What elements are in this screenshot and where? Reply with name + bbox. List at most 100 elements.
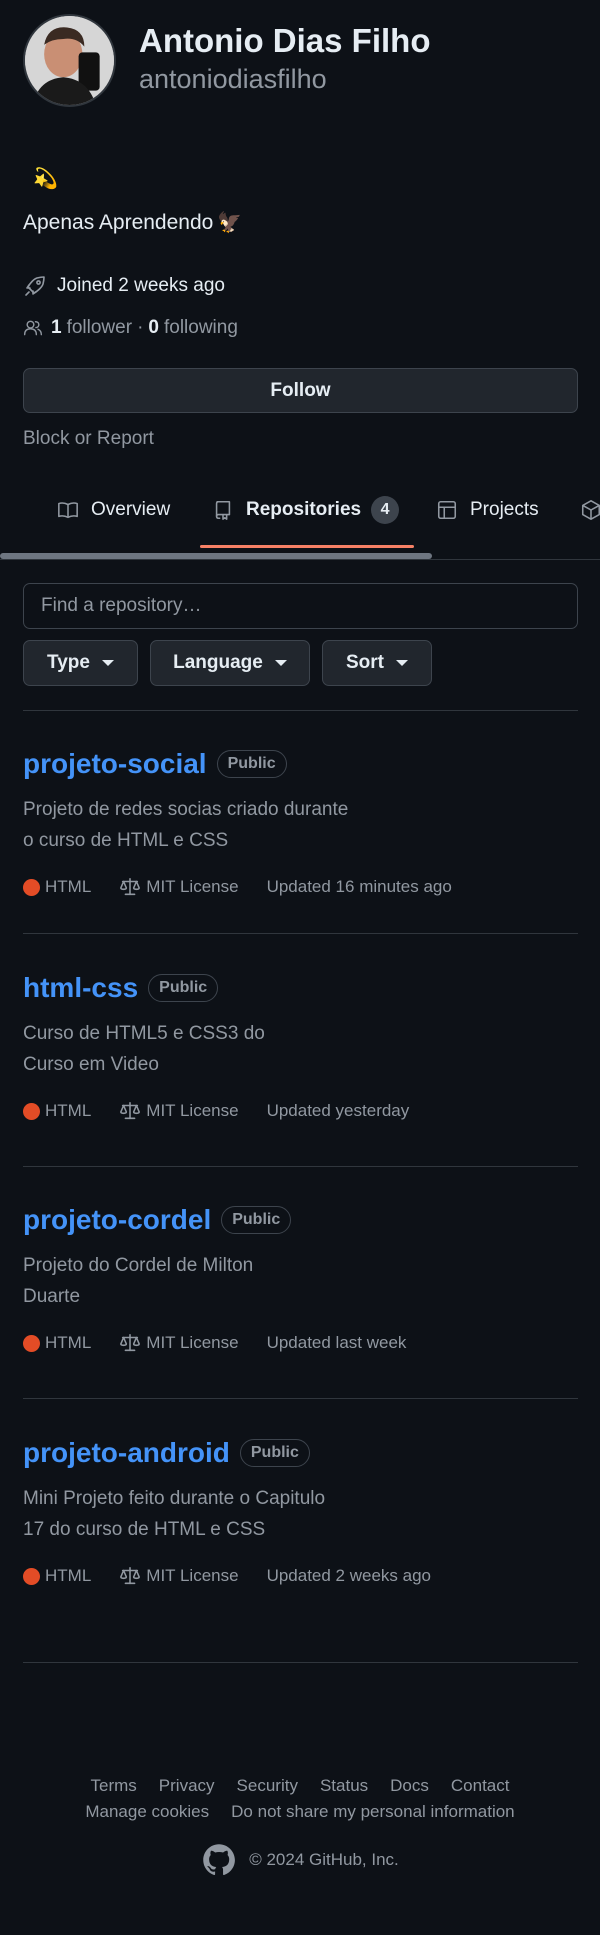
repo-name-link[interactable]: projeto-cordel — [23, 1204, 211, 1236]
repo-description: Projeto de redes socias criado durante o… — [23, 799, 349, 851]
repo-description: Curso de HTML5 e CSS3 do Curso em Video — [23, 1023, 265, 1075]
bio-text: Apenas Aprendendo — [23, 211, 214, 234]
repo-name-link[interactable]: projeto-android — [23, 1437, 230, 1469]
avatar-photo — [25, 16, 114, 105]
repo-updated: Updated last week — [266, 1333, 407, 1352]
language-color-dot — [23, 878, 40, 896]
repo-list-item: html-css Public Curso de HTML5 e CSS3 do… — [23, 972, 578, 1122]
footer-link-manage-cookies[interactable]: Manage cookies — [85, 1802, 209, 1822]
repo-license: MIT License — [146, 1333, 239, 1352]
repositories-count-badge: 4 — [371, 496, 400, 524]
repo-name-link[interactable]: projeto-social — [23, 748, 207, 780]
find-repository-input[interactable] — [23, 583, 578, 629]
tab-projects[interactable]: Projects — [436, 480, 539, 540]
repo-meta: HTML MIT License Updated 16 minutes ago — [23, 876, 578, 898]
tab-overview-label: Overview — [91, 499, 171, 520]
chevron-down-icon — [101, 660, 114, 666]
chevron-down-icon — [274, 660, 287, 666]
list-divider — [23, 1166, 578, 1167]
visibility-badge: Public — [221, 1206, 292, 1234]
followers-label[interactable]: follower — [67, 317, 132, 339]
chevron-down-icon — [396, 660, 408, 666]
site-footer: Terms Privacy Security Status Docs Conta… — [0, 1776, 600, 1878]
sort-filter-button[interactable]: Sort — [322, 640, 432, 686]
footer-links-secondary: Manage cookies Do not share my personal … — [0, 1802, 600, 1822]
joined-text: Joined 2 weeks ago — [57, 275, 225, 296]
footer-link-privacy[interactable]: Privacy — [159, 1776, 215, 1796]
repo-language: HTML — [45, 877, 92, 896]
repo-meta: HTML MIT License Updated last week — [23, 1332, 578, 1354]
repo-updated: Updated 2 weeks ago — [266, 1566, 432, 1585]
type-filter-label: Type — [47, 652, 90, 673]
follow-stats: 1 follower · 0 following — [23, 317, 238, 339]
repo-license: MIT License — [146, 877, 239, 896]
tab-repositories-label: Repositories — [246, 499, 362, 520]
repo-description: Mini Projeto feito durante o Capitulo 17… — [23, 1488, 326, 1540]
visibility-badge: Public — [239, 1439, 310, 1467]
list-divider — [23, 1662, 578, 1663]
footer-link-security[interactable]: Security — [237, 1776, 298, 1796]
following-count[interactable]: 0 — [148, 317, 159, 339]
people-icon — [23, 320, 43, 336]
repo-language: HTML — [45, 1333, 92, 1352]
following-label[interactable]: following — [164, 317, 238, 339]
tabs-border — [0, 559, 600, 560]
repo-updated: Updated 16 minutes ago — [266, 877, 452, 896]
law-icon — [120, 1333, 141, 1352]
visibility-badge: Public — [216, 750, 287, 778]
footer-link-docs[interactable]: Docs — [390, 1776, 429, 1796]
table-icon — [437, 500, 457, 520]
repo-icon — [215, 500, 231, 520]
language-color-dot — [23, 1334, 40, 1352]
status-emoji[interactable]: 💫 — [33, 167, 58, 191]
follow-button[interactable]: Follow — [23, 368, 578, 413]
tab-packages[interactable] — [580, 480, 600, 540]
list-divider — [23, 933, 578, 934]
profile-page: Antonio Dias Filho antoniodiasfilho 💫 Ap… — [0, 0, 600, 1935]
footer-link-contact[interactable]: Contact — [451, 1776, 510, 1796]
list-divider — [23, 1398, 578, 1399]
active-tab-underline — [200, 545, 414, 548]
repo-description: Projeto do Cordel de Milton Duarte — [23, 1255, 254, 1307]
tab-repositories[interactable]: Repositories 4 — [212, 480, 400, 540]
type-filter-button[interactable]: Type — [23, 640, 138, 686]
joined-date: Joined 2 weeks ago — [23, 274, 225, 298]
sort-filter-label: Sort — [346, 652, 384, 673]
repo-meta: HTML MIT License Updated 2 weeks ago — [23, 1565, 578, 1587]
repo-list-item: projeto-android Public Mini Projeto feit… — [23, 1437, 578, 1587]
profile-tabs: Overview Repositories 4 Projects — [0, 480, 600, 560]
language-filter-label: Language — [173, 652, 263, 673]
avatar[interactable] — [23, 14, 116, 107]
github-logo-icon[interactable] — [201, 1842, 237, 1878]
bio-emoji: 🦅 — [217, 212, 243, 234]
profile-login: antoniodiasfilho — [139, 64, 327, 94]
copyright-text: © 2024 GitHub, Inc. — [249, 1850, 399, 1869]
tab-projects-label: Projects — [470, 499, 539, 520]
law-icon — [120, 877, 141, 896]
repo-list-item: projeto-cordel Public Projeto do Cordel … — [23, 1204, 578, 1354]
tab-overview[interactable]: Overview — [57, 480, 170, 540]
footer-links: Terms Privacy Security Status Docs Conta… — [0, 1776, 600, 1796]
profile-bio: Apenas Aprendendo 🦅 — [23, 210, 242, 235]
followers-count[interactable]: 1 — [51, 317, 62, 339]
repo-license: MIT License — [146, 1101, 239, 1120]
law-icon — [120, 1566, 141, 1585]
footer-link-terms[interactable]: Terms — [91, 1776, 137, 1796]
rocket-icon — [25, 276, 45, 296]
language-filter-button[interactable]: Language — [150, 640, 310, 686]
footer-copyright: © 2024 GitHub, Inc. — [0, 1842, 600, 1878]
law-icon — [120, 1101, 141, 1120]
profile-name: Antonio Dias Filho — [139, 22, 431, 59]
repo-updated: Updated yesterday — [266, 1101, 410, 1120]
repo-name-link[interactable]: html-css — [23, 972, 138, 1004]
stats-separator: · — [137, 317, 144, 338]
list-divider — [23, 710, 578, 711]
repo-list-item: projeto-social Public Projeto de redes s… — [23, 748, 578, 898]
repo-language: HTML — [45, 1101, 92, 1120]
footer-link-do-not-share[interactable]: Do not share my personal information — [231, 1802, 514, 1822]
repo-language: HTML — [45, 1566, 92, 1585]
block-or-report-link[interactable]: Block or Report — [23, 428, 154, 450]
visibility-badge: Public — [148, 974, 219, 1002]
package-icon — [581, 500, 600, 520]
footer-link-status[interactable]: Status — [320, 1776, 368, 1796]
